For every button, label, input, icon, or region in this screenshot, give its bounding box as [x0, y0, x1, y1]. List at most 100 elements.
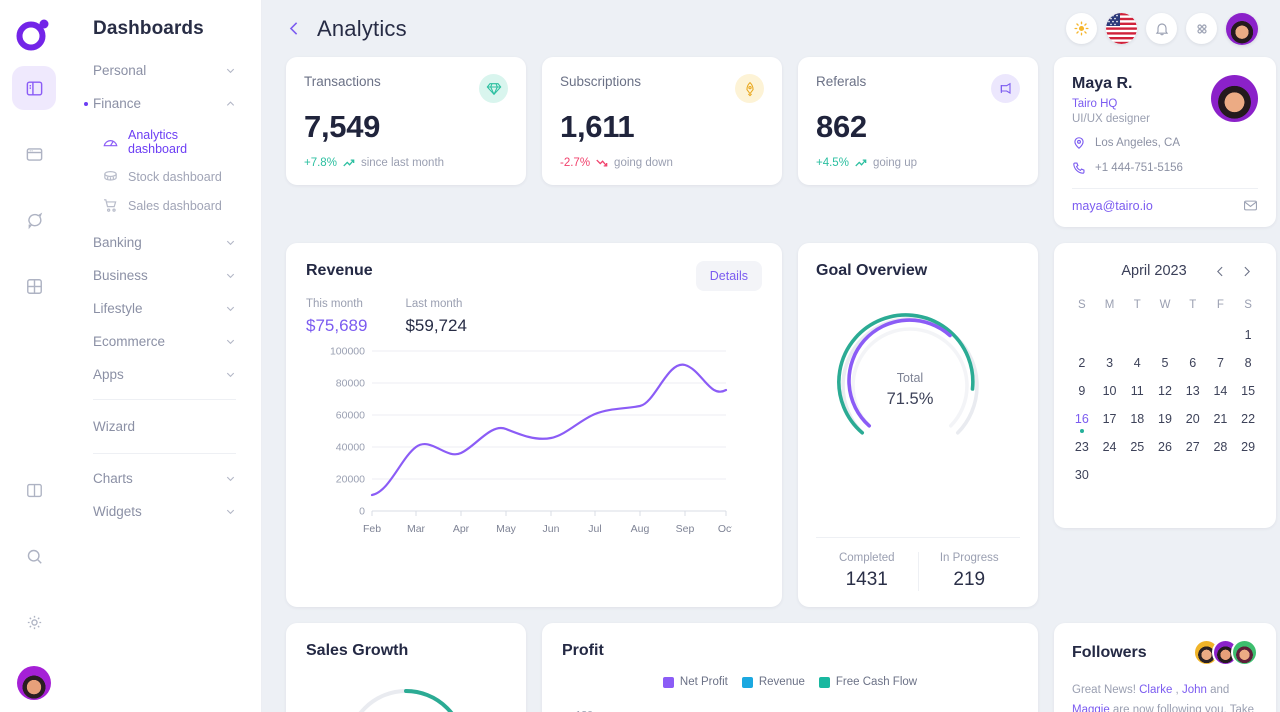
sun-icon[interactable]	[1066, 13, 1097, 44]
apps-grid-icon[interactable]	[1186, 13, 1217, 44]
followers-prefix: Great News!	[1072, 684, 1139, 696]
svg-text:Jun: Jun	[543, 523, 560, 535]
bell-icon[interactable]	[1146, 13, 1177, 44]
calendar-day-27[interactable]: 27	[1179, 434, 1207, 460]
calendar-next-button[interactable]	[1236, 261, 1256, 281]
calendar-day-12[interactable]: 12	[1151, 378, 1179, 404]
follower-name-2[interactable]: John	[1182, 684, 1207, 696]
calendar-day-10[interactable]: 10	[1096, 378, 1124, 404]
calendar-day-22[interactable]: 22	[1234, 406, 1262, 432]
sales-growth-card: Sales Growth Growth 65%	[286, 623, 526, 712]
calendar-day-1[interactable]: 1	[1234, 322, 1262, 348]
sidebar-item-wizard[interactable]: Wizard	[84, 408, 245, 445]
rail-item-widgets[interactable]	[12, 264, 56, 308]
sales-growth-chart: Growth 65%	[306, 674, 506, 712]
sidebar-subitems-finance: Analytics dashboard Stock dashboard Sale…	[84, 120, 245, 226]
header-actions	[1066, 13, 1258, 45]
follower-avatar[interactable]	[1231, 639, 1258, 666]
chevron-down-icon	[225, 473, 236, 484]
sidebar-group-finance[interactable]: Finance	[84, 87, 245, 120]
stat-head: Subscriptions	[560, 74, 764, 103]
sidebar-group-widgets[interactable]: Widgets	[84, 495, 245, 528]
svg-text:May: May	[496, 523, 517, 535]
profit-legend: Net Profit Revenue Free Cash Flow	[562, 676, 1018, 688]
calendar-day-11[interactable]: 11	[1123, 378, 1151, 404]
svg-text:Aug: Aug	[631, 523, 650, 535]
rail-item-layout[interactable]	[12, 468, 56, 512]
profile-org: Tairo HQ	[1072, 98, 1150, 110]
sidebar-group-personal[interactable]: Personal	[84, 54, 245, 87]
svg-text:80000: 80000	[336, 378, 365, 390]
search-icon[interactable]	[12, 534, 56, 578]
calendar-day-6[interactable]: 6	[1179, 350, 1207, 376]
calendar-day-15[interactable]: 15	[1234, 378, 1262, 404]
sidebar-group-lifestyle[interactable]: Lifestyle	[84, 292, 245, 325]
rail-item-dashboard[interactable]	[12, 66, 56, 110]
stat-footer: +4.5% going up	[816, 156, 1020, 170]
calendar-day-19[interactable]: 19	[1151, 406, 1179, 432]
goal-overview-card: Goal Overview Total 71.5% Completed	[798, 243, 1038, 607]
sidebar-group-label: Charts	[93, 471, 133, 486]
follower-name-3[interactable]: Maggie	[1072, 704, 1110, 712]
calendar-prev-button[interactable]	[1210, 261, 1230, 281]
goal-stat-label: Completed	[816, 552, 918, 564]
rail-item-windows[interactable]	[12, 132, 56, 176]
sidebar-item-stock-dashboard[interactable]: Stock dashboard	[84, 162, 245, 191]
calendar-day-25[interactable]: 25	[1123, 434, 1151, 460]
calendar-day-18[interactable]: 18	[1123, 406, 1151, 432]
calendar-day-23[interactable]: 23	[1068, 434, 1096, 460]
profile-email[interactable]: maya@tairo.io	[1072, 199, 1153, 213]
sidebar-group-ecommerce[interactable]: Ecommerce	[84, 325, 245, 358]
rail-item-messages[interactable]	[12, 198, 56, 242]
calendar-day-20[interactable]: 20	[1179, 406, 1207, 432]
gear-icon[interactable]	[12, 600, 56, 644]
sidebar-item-analytics-dashboard[interactable]: Analytics dashboard	[84, 122, 245, 162]
app-logo[interactable]	[14, 14, 54, 54]
sidebar-group-label: Apps	[93, 367, 124, 382]
sidebar-group-banking[interactable]: Banking	[84, 226, 245, 259]
calendar-day-17[interactable]: 17	[1096, 406, 1124, 432]
sidebar-item-sales-dashboard[interactable]: Sales dashboard	[84, 191, 245, 220]
sidebar-divider	[93, 399, 236, 400]
calendar-day-5[interactable]: 5	[1151, 350, 1179, 376]
stat-value: 7,549	[304, 109, 508, 145]
envelope-icon[interactable]	[1243, 198, 1258, 213]
sidebar-group-apps[interactable]: Apps	[84, 358, 245, 391]
calendar-day-28[interactable]: 28	[1207, 434, 1235, 460]
sidebar-group-label: Lifestyle	[93, 301, 143, 316]
sales-growth-title: Sales Growth	[306, 642, 506, 660]
chevron-right-icon	[1240, 265, 1253, 278]
us-flag-icon[interactable]	[1106, 13, 1137, 44]
calendar-day-16[interactable]: 16	[1068, 406, 1096, 432]
profile-role: UI/UX designer	[1072, 113, 1150, 125]
stat-card-referals: Referals 862 +4.5% going up	[798, 57, 1038, 185]
calendar-day-29[interactable]: 29	[1234, 434, 1262, 460]
chevron-left-icon[interactable]	[286, 20, 303, 37]
sidebar-group-business[interactable]: Business	[84, 259, 245, 292]
calendar-day-30[interactable]: 30	[1068, 462, 1096, 488]
calendar-day-2[interactable]: 2	[1068, 350, 1096, 376]
goal-gauge-chart: Total 71.5%	[816, 294, 1004, 466]
calendar-day-3[interactable]: 3	[1096, 350, 1124, 376]
details-button[interactable]: Details	[696, 261, 762, 291]
calendar-day-7[interactable]: 7	[1207, 350, 1235, 376]
calendar-day-26[interactable]: 26	[1151, 434, 1179, 460]
calendar-day-8[interactable]: 8	[1234, 350, 1262, 376]
calendar-day-blank	[1207, 322, 1235, 348]
sidebar-group-charts[interactable]: Charts	[84, 462, 245, 495]
stat-head: Referals	[816, 74, 1020, 103]
calendar-day-9[interactable]: 9	[1068, 378, 1096, 404]
calendar-day-4[interactable]: 4	[1123, 350, 1151, 376]
calendar-day-24[interactable]: 24	[1096, 434, 1124, 460]
chevron-down-icon	[225, 65, 236, 76]
chevron-down-icon	[225, 336, 236, 347]
stat-footer: -2.7% going down	[560, 156, 764, 170]
avatar[interactable]	[1226, 13, 1258, 45]
follower-name-1[interactable]: Clarke	[1139, 684, 1172, 696]
calendar-day-13[interactable]: 13	[1179, 378, 1207, 404]
calendar-day-21[interactable]: 21	[1207, 406, 1235, 432]
rail-avatar[interactable]	[17, 666, 51, 700]
legend-label: Net Profit	[680, 676, 728, 688]
calendar-day-14[interactable]: 14	[1207, 378, 1235, 404]
calendar-grid: SMTWTFS123456789101112131415161718192021…	[1068, 293, 1262, 488]
